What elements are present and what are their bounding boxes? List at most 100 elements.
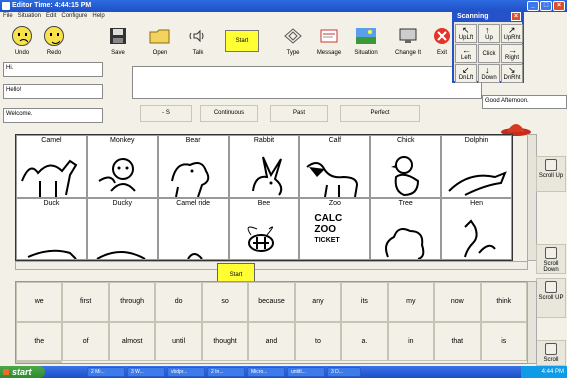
picture-cell-bee[interactable]: Bee: [228, 197, 300, 260]
menu-situation[interactable]: Situation: [18, 12, 41, 21]
scan-left-button[interactable]: ← Left: [455, 44, 477, 63]
scan-click-button[interactable]: Click: [478, 44, 500, 63]
word-button[interactable]: almost: [108, 321, 156, 361]
redo-label: Redo: [46, 50, 62, 56]
window-title: Editor Time: 4:44:15 PM: [12, 2, 92, 9]
scanning-close-button[interactable]: ×: [511, 12, 521, 21]
camel-icon: [21, 159, 78, 197]
taskbar-item[interactable]: 2 Mi...: [87, 367, 125, 377]
word-button[interactable]: because: [248, 282, 295, 322]
tree-icon: [385, 228, 425, 259]
scroll-up-button[interactable]: Scroll Up: [536, 156, 566, 192]
picture-cell-rabbit[interactable]: Rabbit: [228, 135, 300, 198]
taskbar-item[interactable]: 3 W...: [127, 367, 165, 377]
picture-cell-calf[interactable]: Calf: [299, 135, 371, 198]
word-button[interactable]: its: [341, 282, 388, 322]
taskbar-item[interactable]: Micro...: [247, 367, 285, 377]
word-button[interactable]: and: [248, 321, 295, 361]
scan-downright-button[interactable]: ↘ DnRht: [501, 64, 523, 83]
message-text-area[interactable]: [132, 66, 482, 99]
taskbar-item[interactable]: 3 D...: [327, 367, 361, 377]
scan-upleft-button[interactable]: ↖ UpLft: [455, 24, 477, 43]
word-button[interactable]: thought: [201, 321, 249, 361]
picture-cell-camel-ride[interactable]: Camel ride: [157, 197, 229, 260]
word-button[interactable]: through: [108, 282, 156, 322]
word-button[interactable]: my: [387, 282, 435, 322]
scan-down-button[interactable]: ↓ Down: [478, 64, 500, 83]
picture-vertical-scrollbar[interactable]: [527, 134, 537, 261]
picture-cell-zoo[interactable]: Zoo CALC ZOO TICKET: [299, 197, 371, 260]
picture-cell-duck[interactable]: Duck: [16, 197, 87, 260]
past-button[interactable]: Past: [270, 105, 328, 122]
picture-cell-chick[interactable]: Chick: [370, 135, 442, 198]
word-button-empty[interactable]: [16, 361, 63, 363]
scan-upright-button[interactable]: ↗ UpRht: [501, 24, 523, 43]
taskbar-item[interactable]: vbdpr...: [167, 367, 205, 377]
message-label: Message: [316, 50, 342, 56]
picture-cell-tree[interactable]: Tree: [370, 197, 442, 260]
picture-cell-hen[interactable]: Hen: [441, 197, 512, 260]
scroll-down-button[interactable]: Scroll Down: [536, 244, 566, 274]
message-button[interactable]: Message: [312, 21, 346, 59]
picture-cell-bear[interactable]: Bear: [157, 135, 229, 198]
word-button[interactable]: in: [387, 321, 435, 361]
menu-help[interactable]: Help: [92, 12, 104, 21]
word-button[interactable]: think: [480, 282, 527, 322]
word-button[interactable]: is: [480, 321, 527, 361]
picture-cell-ducky[interactable]: Ducky: [86, 197, 158, 260]
scroll-up-2-button[interactable]: Scroll UP: [536, 278, 566, 318]
close-button[interactable]: ×: [553, 1, 565, 11]
scroll-button[interactable]: Scroll: [536, 340, 566, 366]
continuous-button[interactable]: Continuous: [200, 105, 258, 122]
word-button[interactable]: to: [294, 321, 342, 361]
taskbar-item[interactable]: untitl...: [287, 367, 325, 377]
maximize-button[interactable]: □: [540, 1, 552, 11]
word-button[interactable]: the: [16, 321, 63, 361]
save-button[interactable]: Save: [101, 21, 135, 59]
word-button[interactable]: a.: [341, 321, 388, 361]
word-button[interactable]: any: [294, 282, 342, 322]
word-button[interactable]: now: [434, 282, 481, 322]
undo-button[interactable]: Undo: [5, 21, 39, 59]
phrase-field-3[interactable]: Welcome.: [3, 108, 103, 123]
picture-cell-camel[interactable]: Camel: [16, 135, 87, 198]
scan-label: Right: [504, 55, 519, 61]
word-button[interactable]: so: [201, 282, 249, 322]
minimize-button[interactable]: _: [527, 1, 539, 11]
menu-configure[interactable]: Configure: [61, 12, 87, 21]
picture-label: Dolphin: [464, 137, 489, 144]
phrase-field-4[interactable]: Good Afternoon.: [482, 95, 567, 109]
talk-button[interactable]: Talk: [181, 21, 215, 59]
word-button[interactable]: do: [155, 282, 202, 322]
calf-icon: [306, 161, 359, 197]
situation-button[interactable]: Situation: [349, 21, 383, 59]
menu-file[interactable]: File: [3, 12, 13, 21]
windows-start-button[interactable]: start: [0, 366, 45, 378]
hen-icon: [464, 219, 496, 258]
word-button[interactable]: we: [16, 282, 63, 322]
change-it-button[interactable]: Change It: [391, 21, 425, 59]
word-button[interactable]: of: [62, 321, 109, 361]
system-tray-clock: 4:44 PM: [521, 366, 567, 378]
scan-right-button[interactable]: → Right: [501, 44, 523, 63]
scan-up-button[interactable]: ↑ Up: [478, 24, 500, 43]
taskbar-item[interactable]: 2 In...: [207, 367, 245, 377]
word-button[interactable]: until: [155, 321, 202, 361]
phrase-field-2[interactable]: Hello!: [3, 84, 103, 99]
perfect-button[interactable]: Perfect: [340, 105, 420, 122]
open-button[interactable]: Open: [143, 21, 177, 59]
suffix-s-button[interactable]: - S: [140, 105, 192, 122]
phrase-field-1[interactable]: Hi.: [3, 62, 103, 77]
start-button[interactable]: Start: [225, 30, 259, 52]
word-vertical-scrollbar[interactable]: [527, 281, 537, 364]
word-button[interactable]: first: [62, 282, 109, 322]
scan-downleft-button[interactable]: ↙ DnLft: [455, 64, 477, 83]
type-button[interactable]: Type: [276, 21, 310, 59]
open-label: Open: [152, 50, 168, 56]
menu-edit[interactable]: Edit: [46, 12, 56, 21]
picture-cell-dolphin[interactable]: Dolphin: [441, 135, 512, 198]
picture-cell-monkey[interactable]: Monkey: [86, 135, 158, 198]
word-button[interactable]: that: [434, 321, 481, 361]
redo-button[interactable]: Redo: [37, 21, 71, 59]
picture-horizontal-scrollbar[interactable]: [15, 261, 528, 270]
